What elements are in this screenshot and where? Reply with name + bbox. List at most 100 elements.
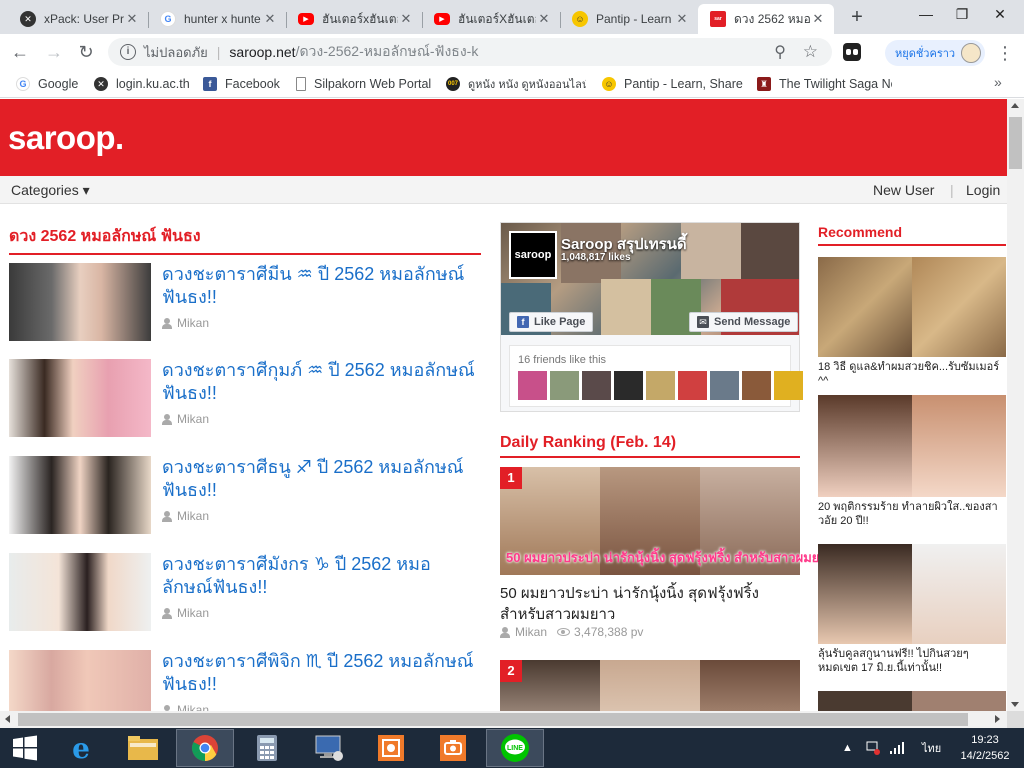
bookmark-google[interactable]: G Google — [16, 75, 78, 93]
ranking-title[interactable]: 50 ผมยาวประบ่า น่ารักนุ้งนิ้ง สุดฟรุ้งฟร… — [500, 583, 800, 625]
bookmark-facebook[interactable]: f Facebook — [203, 75, 280, 93]
tab-4[interactable]: ▶ ฮันเตอร์Xฮันเตอ ✕ — [422, 4, 561, 34]
article-title[interactable]: ดวงชะตาราศีพิจิก ♏ ปี 2562 หมอลักษณ์ฟันธ… — [162, 650, 480, 696]
tab-5[interactable]: ☺ Pantip - Learn ✕ — [560, 4, 698, 34]
start-button[interactable] — [0, 729, 50, 767]
tab-1[interactable]: ✕ xPack: User Pr ✕ — [8, 4, 149, 34]
profile-button[interactable]: หยุดชั่วคราว — [885, 40, 985, 66]
article-title[interactable]: ดวงชะตาราศีมีน ♒ ปี 2562 หมอลักษณ์ฟันธง!… — [162, 263, 480, 309]
article-thumbnail[interactable] — [9, 456, 151, 534]
chrome-taskbar[interactable] — [176, 729, 234, 767]
new-tab-button[interactable]: + — [845, 6, 869, 30]
tab-6-active[interactable]: sar ดวง 2562 หมอ ✕ — [698, 4, 834, 34]
new-user-link[interactable]: New User — [873, 182, 934, 198]
recommend-image[interactable] — [818, 691, 1006, 711]
reload-icon[interactable]: ↻ — [74, 40, 98, 64]
recommend-item[interactable]: 20 พฤติกรรมร้าย ทำลายผิวใส..ของสาวอัย 20… — [818, 395, 1006, 528]
screen-recorder-taskbar[interactable] — [362, 729, 420, 767]
tab-3[interactable]: ▶ ฮันเตอร์xฮันเตอ ✕ — [286, 4, 423, 34]
scroll-up-icon[interactable] — [1011, 103, 1019, 108]
recommend-image[interactable] — [818, 544, 1006, 644]
article-item[interactable]: ดวงชะตาราศีมีน ♒ ปี 2562 หมอลักษณ์ฟันธง!… — [9, 263, 481, 341]
show-hidden-icons[interactable]: ▲ — [842, 728, 853, 768]
tab-close-icon[interactable]: ✕ — [674, 11, 690, 27]
minimize-icon[interactable]: — — [910, 0, 942, 30]
recommend-image[interactable] — [818, 395, 1006, 497]
avatar[interactable] — [518, 371, 547, 400]
recommend-item[interactable]: 18 วิธี ดูแล&ทำผมสวยชิค...รับซัมเมอร์ ^^ — [818, 257, 1006, 388]
site-logo[interactable]: saroop. — [8, 119, 124, 157]
extension-icon[interactable] — [843, 43, 861, 61]
article-item[interactable]: ดวงชะตาราศีมังกร ♑ ปี 2562 หมอลักษณ์ฟันธ… — [9, 553, 481, 631]
back-icon[interactable]: ← — [8, 40, 32, 64]
article-title[interactable]: ดวงชะตาราศีธนู ♐ ปี 2562 หมอลักษณ์ฟันธง!… — [162, 456, 480, 502]
article-thumbnail[interactable] — [9, 359, 151, 437]
categories-dropdown[interactable]: Categories ▾ — [11, 182, 90, 199]
article-thumbnail[interactable] — [9, 263, 151, 341]
ranking-item[interactable]: 1 50 ผมยาวประบ่า น่ารักนุ้งนิ้ง สุดฟรุ้ง… — [500, 467, 834, 647]
horizontal-scrollbar[interactable] — [0, 711, 1007, 728]
scrollbar-thumb[interactable] — [18, 713, 968, 726]
calculator-taskbar[interactable] — [238, 729, 296, 767]
avatar[interactable] — [614, 371, 643, 400]
signal-icon[interactable] — [890, 728, 904, 768]
recommend-image[interactable] — [818, 257, 1006, 357]
vertical-scrollbar[interactable] — [1007, 99, 1024, 711]
scrollbar-thumb[interactable] — [1009, 117, 1022, 169]
avatar[interactable] — [742, 371, 771, 400]
article-thumbnail[interactable] — [9, 553, 151, 631]
login-link[interactable]: Login — [966, 182, 1000, 198]
recommend-item-title[interactable]: 20 พฤติกรรมร้าย ทำลายผิวใส..ของสาวอัย 20… — [818, 500, 1006, 528]
restore-icon[interactable]: ❐ — [946, 0, 978, 30]
avatar[interactable] — [710, 371, 739, 400]
remote-desktop-taskbar[interactable] — [300, 729, 358, 767]
scroll-left-icon[interactable] — [5, 715, 10, 723]
avatar[interactable] — [774, 371, 803, 400]
facebook-page-logo[interactable]: saroop — [509, 231, 557, 279]
article-item[interactable]: ดวงชะตาราศีกุมภ์ ♒ ปี 2562 หมอลักษณ์ฟันธ… — [9, 359, 481, 437]
ranking-item[interactable]: 2 — [500, 660, 800, 711]
bookmark-twilight[interactable]: ♜ The Twilight Saga Ne — [757, 75, 892, 93]
bookmark-ku[interactable]: ✕ login.ku.ac.th — [94, 75, 190, 93]
ranking-image[interactable] — [500, 660, 800, 711]
tab-close-icon[interactable]: ✕ — [124, 11, 140, 27]
tab-2[interactable]: G hunter x hunte ✕ — [148, 4, 287, 34]
like-page-button[interactable]: f Like Page — [509, 312, 594, 332]
language-indicator[interactable]: ไทย — [922, 728, 941, 768]
tab-close-icon[interactable]: ✕ — [398, 11, 414, 27]
article-item[interactable]: ดวงชะตาราศีธนู ♐ ปี 2562 หมอลักษณ์ฟันธง!… — [9, 456, 481, 534]
recommend-item[interactable]: ลุ้นรับคูลสกูนานฟรี!! ไปกินสวยๆ หมดเขต 1… — [818, 544, 1006, 675]
avatar[interactable] — [550, 371, 579, 400]
send-message-button[interactable]: ✉ Send Message — [689, 312, 799, 332]
article-title[interactable]: ดวงชะตาราศีมังกร ♑ ปี 2562 หมอลักษณ์ฟันธ… — [162, 553, 480, 599]
avatar[interactable] — [646, 371, 675, 400]
bookmark-star-icon[interactable]: ☆ — [803, 42, 818, 62]
address-bar[interactable]: i ไม่ปลอดภัย | saroop.net /ดวง-2562-หมอล… — [108, 38, 832, 66]
bookmark-silpakorn[interactable]: Silpakorn Web Portal — [296, 75, 431, 93]
screenshot-taskbar[interactable] — [424, 729, 482, 767]
menu-icon[interactable]: ⋮ — [996, 40, 1014, 66]
internet-explorer-taskbar[interactable]: e — [52, 729, 110, 767]
zoom-icon[interactable]: ⚲ — [774, 42, 786, 62]
bookmark-pantip[interactable]: ☺ Pantip - Learn, Share — [602, 75, 743, 93]
recommend-item-title[interactable]: 18 วิธี ดูแล&ทำผมสวยชิค...รับซัมเมอร์ ^^ — [818, 360, 1006, 388]
line-taskbar[interactable]: LINE — [486, 729, 544, 767]
close-window-icon[interactable]: ✕ — [984, 0, 1016, 30]
avatar[interactable] — [582, 371, 611, 400]
file-explorer-taskbar[interactable] — [114, 729, 172, 767]
tab-close-icon[interactable]: ✕ — [262, 11, 278, 27]
bookmark-movie[interactable]: 007 ดูหนัง หนัง ดูหนังออนไลน์ — [446, 75, 586, 93]
network-warning-icon[interactable] — [866, 728, 880, 768]
bookmarks-more-button[interactable]: » — [994, 74, 1002, 90]
recommend-item-title[interactable]: ลุ้นรับคูลสกูนานฟรี!! ไปกินสวยๆ หมดเขต 1… — [818, 647, 1006, 675]
info-icon[interactable]: i — [120, 44, 136, 60]
scroll-right-icon[interactable] — [995, 715, 1000, 723]
article-item[interactable]: ดวงชะตาราศีพิจิก ♏ ปี 2562 หมอลักษณ์ฟันธ… — [9, 650, 481, 711]
tab-close-icon[interactable]: ✕ — [536, 11, 552, 27]
article-title[interactable]: ดวงชะตาราศีกุมภ์ ♒ ปี 2562 หมอลักษณ์ฟันธ… — [162, 359, 480, 405]
clock[interactable]: 19:23 14/2/2562 — [950, 732, 1020, 764]
article-thumbnail[interactable] — [9, 650, 151, 711]
tab-close-icon[interactable]: ✕ — [810, 11, 826, 27]
avatar[interactable] — [678, 371, 707, 400]
forward-icon[interactable]: → — [42, 40, 66, 64]
